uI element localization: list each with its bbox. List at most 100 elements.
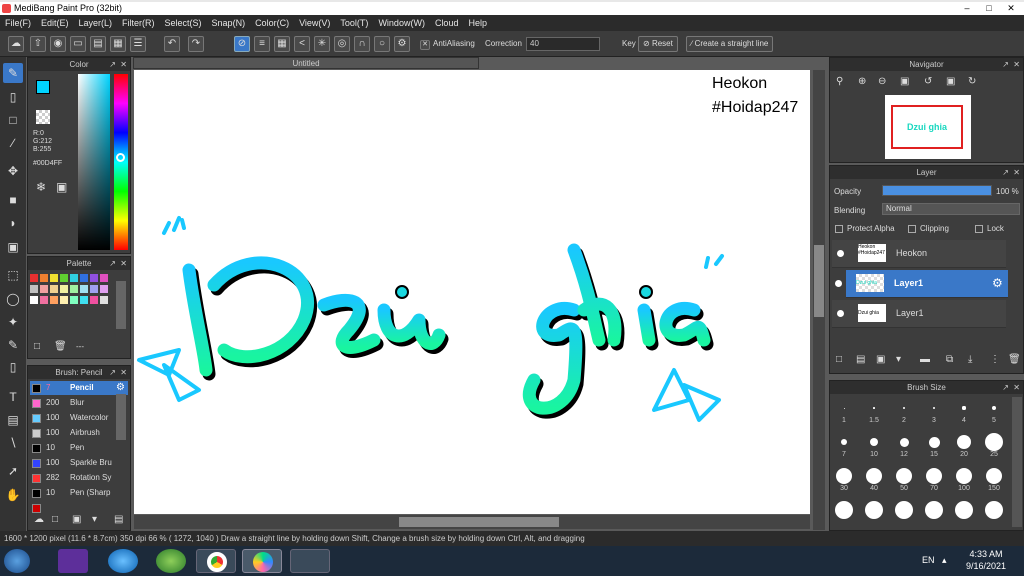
minimize-icon[interactable]: – xyxy=(956,2,978,14)
brush-size-dot[interactable] xyxy=(865,501,883,519)
brush-size-dot[interactable] xyxy=(957,435,971,449)
drawing-canvas[interactable]: Heokon #Hoidap247 xyxy=(134,70,810,514)
delete-layer-icon[interactable]: 🗑 xyxy=(1008,354,1021,365)
vertical-scrollbar[interactable] xyxy=(813,70,825,530)
popout-icon[interactable]: ↗ xyxy=(109,58,116,71)
layer-settings-icon[interactable]: ⚙ xyxy=(992,276,1003,290)
snap-settings-icon[interactable]: ⚙ xyxy=(394,36,410,52)
app-icon-green[interactable] xyxy=(156,549,186,573)
opacity-slider[interactable] xyxy=(882,185,992,196)
visual-studio-icon[interactable] xyxy=(58,549,88,573)
brush-add-icon[interactable]: ▣ xyxy=(72,514,81,525)
brush-settings-icon[interactable]: ▤ xyxy=(114,514,123,525)
navigator-viewport[interactable]: Dzui ghia xyxy=(891,105,963,149)
clipping-checkbox[interactable] xyxy=(908,225,916,233)
foreground-color-swatch[interactable] xyxy=(36,80,50,94)
brush-size-dot[interactable] xyxy=(985,433,1003,451)
stroke-tool-icon[interactable]: ∕ xyxy=(3,133,23,153)
rotate-right-icon[interactable]: ↻ xyxy=(968,76,976,87)
palette-swatch[interactable] xyxy=(80,296,88,304)
horizontal-scrollbar[interactable] xyxy=(134,515,810,529)
menu-tool[interactable]: Tool(T) xyxy=(335,18,373,28)
fill-rect-tool-icon[interactable]: ■ xyxy=(3,190,23,210)
chrome-icon[interactable] xyxy=(196,549,236,573)
antialiasing-checkbox[interactable]: ✕ xyxy=(420,40,430,50)
medibang-taskbar-icon[interactable] xyxy=(242,549,282,573)
brush-settings-icon[interactable]: ⚙ xyxy=(116,381,125,395)
layer-row[interactable]: Heokon #Hoidap247 Heokon xyxy=(832,240,1006,268)
popout-icon[interactable]: ↗ xyxy=(109,366,116,379)
palette-swatch[interactable] xyxy=(50,274,58,282)
straight-line-button[interactable]: ∕ Create a straight line xyxy=(686,36,774,52)
share-icon[interactable]: ⇧ xyxy=(30,36,46,52)
hue-slider[interactable] xyxy=(114,74,128,250)
snap-curve-icon[interactable]: ∩ xyxy=(354,36,370,52)
bucket-tool-icon[interactable]: ◗ xyxy=(3,213,23,233)
brush-item[interactable]: 10 Pen (Sharp xyxy=(30,486,128,500)
brush-item[interactable]: 100 Sparkle Bru xyxy=(30,456,128,470)
snap-vanish-icon[interactable]: < xyxy=(294,36,310,52)
palette-swatch[interactable] xyxy=(90,285,98,293)
palette-swatch[interactable] xyxy=(80,274,88,282)
brush-size-dot[interactable] xyxy=(866,468,882,484)
eraser-tool-icon[interactable]: ▯ xyxy=(3,87,23,107)
brush-cloud-icon[interactable]: ☁ xyxy=(34,514,44,525)
brush-item[interactable]: 7 Pencil ⚙ xyxy=(30,381,128,395)
operation-tool-icon[interactable]: ➚ xyxy=(3,461,23,481)
new-palette-icon[interactable]: □ xyxy=(34,341,40,352)
new-brush-icon[interactable]: □ xyxy=(52,514,58,525)
eyedropper-tool-icon[interactable]: ∖ xyxy=(3,433,23,453)
brush-size-dot[interactable] xyxy=(899,437,909,447)
palette-swatch[interactable] xyxy=(60,285,68,293)
internet-explorer-icon[interactable] xyxy=(108,549,138,573)
close-panel-icon[interactable]: ✕ xyxy=(1013,381,1020,394)
layer-row[interactable]: Dzui ghia Layer1 xyxy=(832,300,1006,328)
brush-size-dot[interactable] xyxy=(873,407,875,409)
close-panel-icon[interactable]: ✕ xyxy=(1013,166,1020,179)
brush-item[interactable]: 10 Pen xyxy=(30,441,128,455)
palette-swatch[interactable] xyxy=(100,274,108,282)
palette-swatch[interactable] xyxy=(90,296,98,304)
close-panel-icon[interactable]: ✕ xyxy=(120,366,127,379)
layer-row-selected[interactable]: Dzui ghia Layer1 ⚙ xyxy=(835,270,1008,298)
correction-select[interactable]: 40 xyxy=(526,37,600,51)
new-halftone-layer-icon[interactable]: ▤ xyxy=(856,354,865,365)
palette-swatch[interactable] xyxy=(60,274,68,282)
rotate-left-icon[interactable]: ↺ xyxy=(924,76,932,87)
palette-swatch[interactable] xyxy=(30,274,38,282)
palette-swatch[interactable] xyxy=(100,285,108,293)
brush-size-dot[interactable] xyxy=(836,468,852,484)
palette-swatch[interactable] xyxy=(70,296,78,304)
add-layer-dropdown-icon[interactable]: ▾ xyxy=(896,354,901,365)
move-tool-icon[interactable]: ✥ xyxy=(3,161,23,181)
brush-item[interactable] xyxy=(30,501,128,515)
brush-item[interactable]: 100 Airbrush xyxy=(30,426,128,440)
lasso-tool-icon[interactable]: ◯ xyxy=(3,289,23,309)
menu-layer[interactable]: Layer(L) xyxy=(74,18,118,28)
menu-select[interactable]: Select(S) xyxy=(160,18,207,28)
screen-icon[interactable]: ▭ xyxy=(70,36,86,52)
brush-scrollbar[interactable] xyxy=(116,394,126,440)
brush-dropdown-icon[interactable]: ▾ xyxy=(92,514,97,525)
cloud-icon[interactable]: ☁ xyxy=(8,36,24,52)
palette-scrollbar[interactable] xyxy=(116,281,126,329)
horizontal-scroll-thumb[interactable] xyxy=(399,517,559,527)
magic-wand-tool-icon[interactable]: ✦ xyxy=(3,312,23,332)
brush-size-dot[interactable] xyxy=(932,406,936,410)
brush-size-dot[interactable] xyxy=(841,439,847,445)
visibility-icon[interactable] xyxy=(837,250,844,257)
snap-ellipse-icon[interactable]: ○ xyxy=(374,36,390,52)
brush-size-dot[interactable] xyxy=(986,468,1002,484)
tray-arrow-icon[interactable]: ▴ xyxy=(942,555,947,566)
visibility-icon[interactable] xyxy=(835,280,842,287)
brush-item[interactable]: 282 Rotation Sy xyxy=(30,471,128,485)
menu-cloud[interactable]: Cloud xyxy=(430,18,464,28)
folder-icon[interactable]: ▬ xyxy=(920,354,930,365)
select-pen-tool-icon[interactable]: ✎ xyxy=(3,335,23,355)
brush-size-dot[interactable] xyxy=(843,407,845,409)
menu-help[interactable]: Help xyxy=(463,18,492,28)
brush-item[interactable]: 100 Watercolor xyxy=(30,411,128,425)
palette-swatch[interactable] xyxy=(70,285,78,293)
hand-tool-icon[interactable]: ✋ xyxy=(3,485,23,505)
navigator-thumbnail[interactable]: Dzui ghia xyxy=(885,95,971,159)
